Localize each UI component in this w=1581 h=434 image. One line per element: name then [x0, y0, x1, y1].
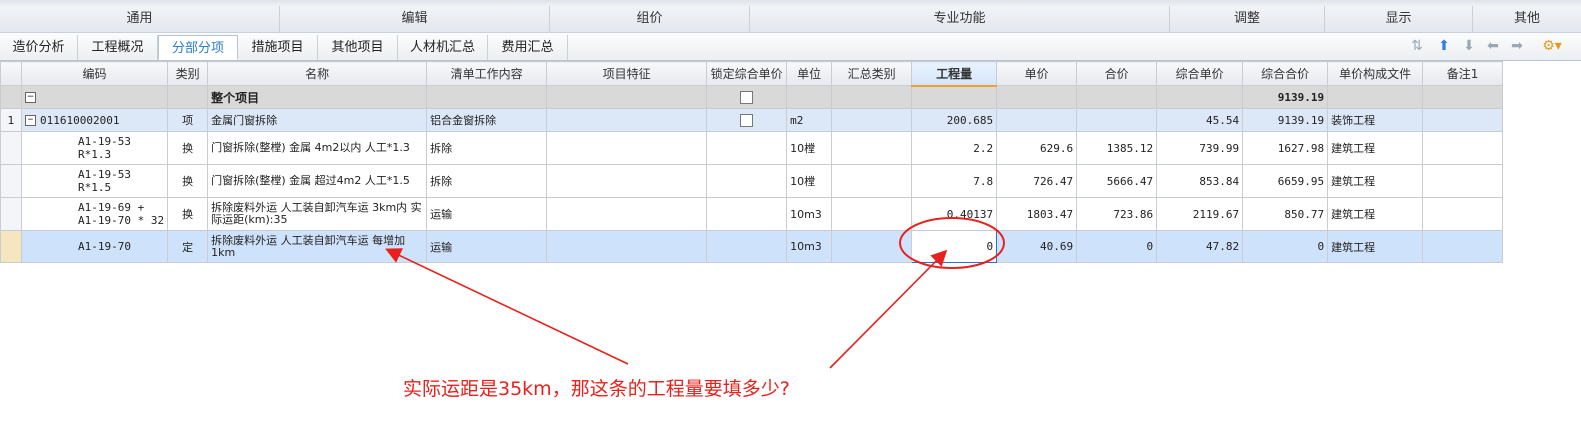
- col-summary-type[interactable]: 汇总类别: [831, 61, 913, 86]
- col-code[interactable]: 编码: [20, 61, 169, 86]
- tab-cost-summary[interactable]: 费用汇总: [488, 35, 568, 60]
- ribbon: 通用 编辑 组价 专业功能 调整 显示 其他: [0, 0, 1581, 33]
- quantity-input[interactable]: 0: [911, 230, 998, 263]
- col-note[interactable]: 备注1: [1422, 61, 1504, 86]
- total-row[interactable]: − 整个项目 9139.19: [0, 85, 1504, 109]
- bill-of-quantities-grid: 编码 类别 名称 清单工作内容 项目特征 锁定综合单价 单位 汇总类别 工程量 …: [0, 61, 1504, 263]
- ribbon-group-other: 其他: [1513, 11, 1540, 26]
- col-comp-unit-price[interactable]: 综合单价: [1156, 61, 1244, 86]
- tab-cost-analysis[interactable]: 造价分析: [0, 35, 78, 60]
- col-quantity[interactable]: 工程量: [911, 61, 998, 87]
- move-left-icon[interactable]: ⬅: [1485, 38, 1501, 54]
- col-total-price[interactable]: 合价: [1076, 61, 1158, 86]
- sort-icon[interactable]: ⇅: [1409, 38, 1425, 54]
- lock-checkbox[interactable]: [740, 91, 754, 104]
- table-row[interactable]: 1 −011610002001 项 金属门窗拆除 铝合金窗拆除 m2 200.6…: [0, 108, 1504, 132]
- tab-divisions[interactable]: 分部分项: [158, 35, 238, 60]
- col-price-file[interactable]: 单价构成文件: [1327, 61, 1424, 86]
- tab-bar: 造价分析 工程概况 分部分项 措施项目 其他项目 人材机汇总 费用汇总: [0, 33, 1581, 61]
- ribbon-group-general: 通用: [0, 6, 280, 32]
- table-row[interactable]: A1-19-53 R*1.5 换 门窗拆除(整樘) 金属 超过4m2 人工*1.…: [0, 164, 1504, 198]
- annotation-question: 实际运距是35km，那这条的工程量要填多少?: [403, 378, 790, 400]
- col-lock-price[interactable]: 锁定综合单价: [706, 61, 788, 86]
- col-name[interactable]: 名称: [207, 61, 428, 86]
- table-row[interactable]: A1-19-53 R*1.3 换 门窗拆除(整樘) 金属 4m2以内 人工*1.…: [0, 131, 1504, 165]
- ribbon-group-display: 显示: [1325, 6, 1473, 32]
- col-unit-price[interactable]: 单价: [996, 61, 1078, 86]
- tab-other-items[interactable]: 其他项目: [318, 35, 398, 60]
- table-row[interactable]: A1-19-69 + A1-19-70 * 32 换 拆除废料外运 人工装自卸汽…: [0, 197, 1504, 231]
- ribbon-group-edit: 编辑: [280, 6, 550, 32]
- arrow-to-quantity: [829, 249, 948, 369]
- arrow-to-name: [385, 248, 629, 365]
- col-comp-total[interactable]: 综合合价: [1242, 61, 1329, 86]
- tab-project-overview[interactable]: 工程概况: [78, 35, 158, 60]
- settings-icon[interactable]: ⚙▾: [1540, 38, 1564, 54]
- ribbon-group-adjust: 调整: [1170, 6, 1325, 32]
- col-features[interactable]: 项目特征: [546, 61, 708, 86]
- header-row: 编码 类别 名称 清单工作内容 项目特征 锁定综合单价 单位 汇总类别 工程量 …: [0, 61, 1504, 87]
- ribbon-group-special: 专业功能: [750, 6, 1170, 32]
- move-right-icon[interactable]: ➡: [1509, 38, 1525, 54]
- move-down-icon[interactable]: ⬇: [1461, 38, 1477, 54]
- project-name: 整个项目: [207, 85, 428, 109]
- move-up-icon[interactable]: ⬆: [1436, 38, 1452, 54]
- collapse-icon[interactable]: −: [25, 92, 36, 103]
- col-work-content[interactable]: 清单工作内容: [426, 61, 548, 86]
- project-total: 9139.19: [1242, 85, 1329, 109]
- col-type[interactable]: 类别: [167, 61, 209, 86]
- col-unit[interactable]: 单位: [786, 61, 833, 86]
- tab-labor-material-summary[interactable]: 人材机汇总: [398, 35, 488, 60]
- col-rownum: [0, 61, 22, 86]
- lock-checkbox[interactable]: [740, 113, 754, 127]
- collapse-icon[interactable]: −: [25, 115, 36, 126]
- tab-measures[interactable]: 措施项目: [238, 35, 318, 60]
- selected-row[interactable]: A1-19-70 定 拆除废料外运 人工装自卸汽车运 每增加1km 运输 10m…: [0, 230, 1504, 263]
- ribbon-group-pricing: 组价: [550, 6, 750, 32]
